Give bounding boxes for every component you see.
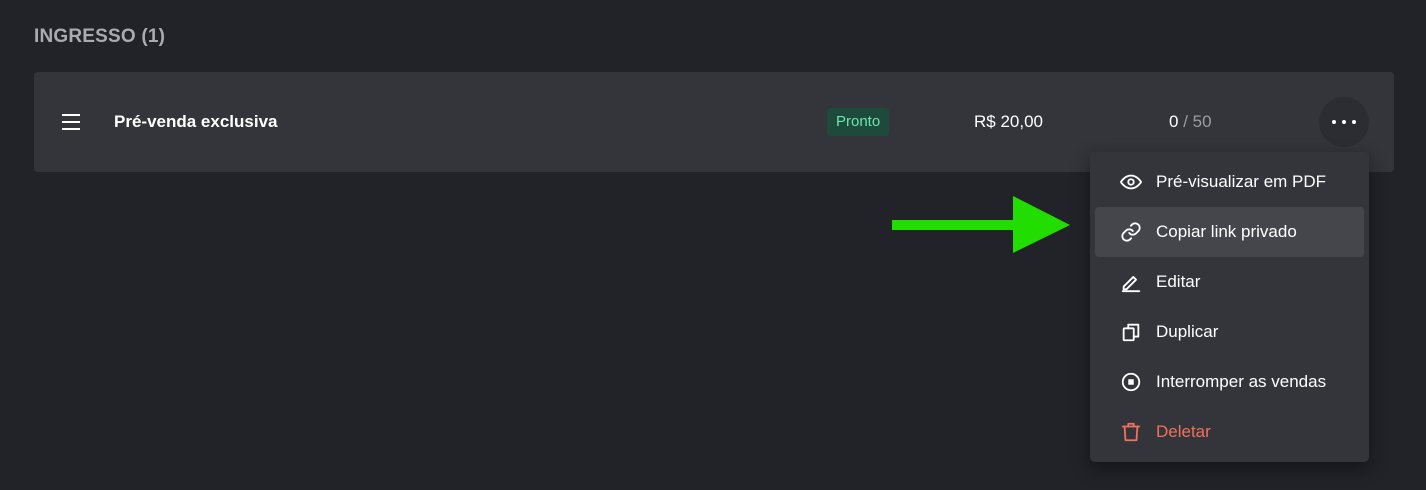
more-options-button[interactable]	[1319, 97, 1369, 147]
stop-circle-icon	[1120, 371, 1142, 393]
menu-item-label: Interromper as vendas	[1156, 372, 1327, 391]
copy-icon	[1120, 321, 1142, 343]
menu-item-delete[interactable]: Deletar	[1095, 407, 1364, 457]
page: INGRESSO (1) Pré-venda exclusiva Pronto …	[0, 0, 1426, 490]
status-badge: Pronto	[827, 108, 890, 136]
quantity-sold: 0	[1169, 112, 1179, 131]
eye-icon	[1120, 171, 1142, 193]
link-icon	[1120, 221, 1142, 243]
quantity-separator: /	[1183, 112, 1188, 131]
menu-item-label: Copiar link privado	[1156, 222, 1297, 241]
menu-item-edit[interactable]: Editar	[1095, 257, 1364, 307]
ticket-name[interactable]: Pré-venda exclusiva	[114, 112, 277, 132]
pencil-icon	[1120, 271, 1142, 293]
annotation-arrow	[892, 196, 1072, 259]
menu-item-preview-pdf[interactable]: Pré-visualizar em PDF	[1095, 157, 1364, 207]
more-horizontal-icon	[1332, 120, 1356, 124]
menu-item-stop-sales[interactable]: Interromper as vendas	[1095, 357, 1364, 407]
ticket-quantity: 0 / 50	[1169, 112, 1212, 132]
options-dropdown-menu: Pré-visualizar em PDF Copiar link privad…	[1090, 152, 1369, 462]
trash-icon	[1120, 421, 1142, 443]
menu-item-duplicate[interactable]: Duplicar	[1095, 307, 1364, 357]
ticket-price: R$ 20,00	[974, 112, 1043, 131]
drag-handle-icon[interactable]	[61, 112, 81, 132]
menu-item-label: Editar	[1156, 272, 1201, 291]
menu-item-label: Duplicar	[1156, 322, 1219, 341]
section-title: INGRESSO (1)	[34, 26, 166, 47]
quantity-total: 50	[1192, 112, 1212, 131]
menu-item-copy-private-link[interactable]: Copiar link privado	[1095, 207, 1364, 257]
menu-item-label: Pré-visualizar em PDF	[1156, 172, 1327, 191]
menu-item-label: Deletar	[1156, 422, 1211, 441]
